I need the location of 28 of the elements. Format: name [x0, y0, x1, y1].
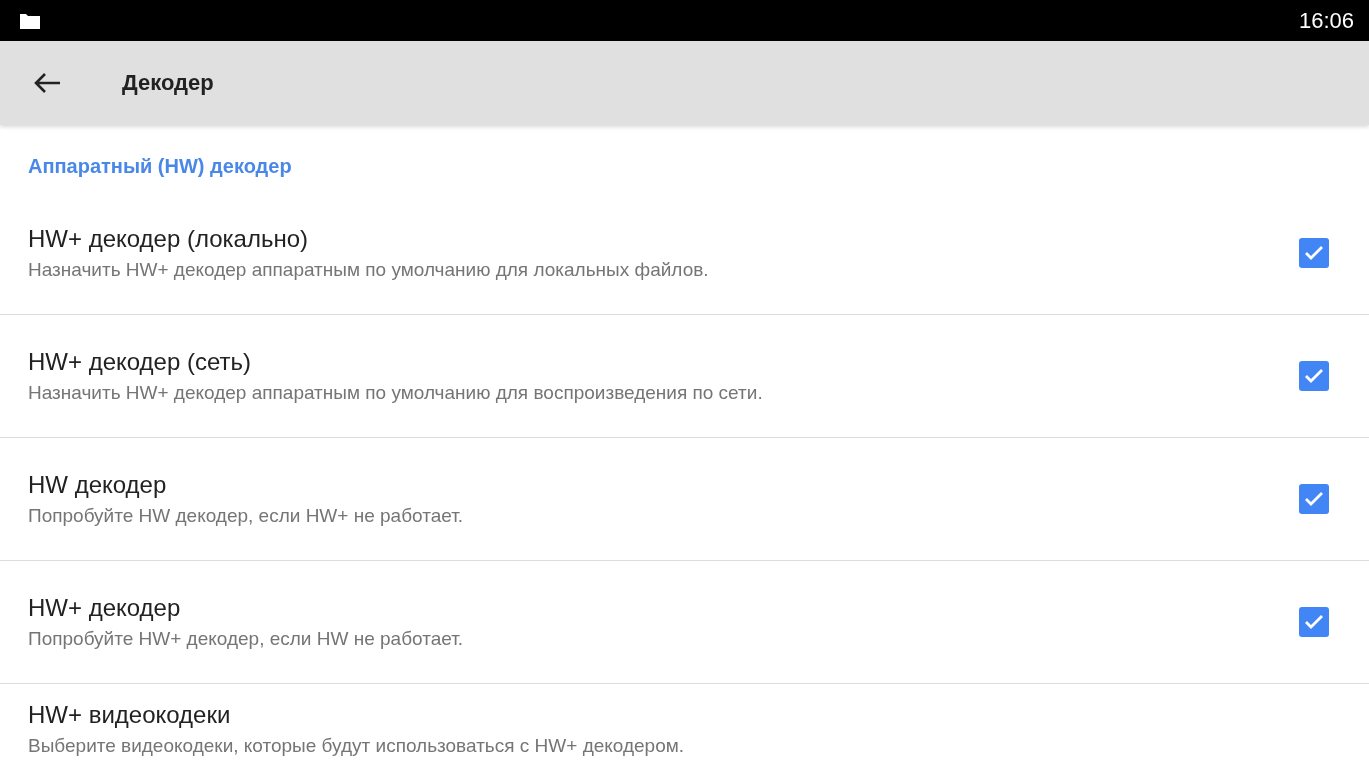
- setting-title: HW+ декодер (локально): [28, 225, 310, 253]
- setting-summary: Попробуйте HW декодер, если HW+ не работает.: [28, 505, 464, 527]
- setting-summary: Выберите видеокодеки, которые будут использоваться с HW+ декодером.: [28, 735, 685, 757]
- clock-time: 16:06: [1298, 7, 1354, 34]
- setting-row[interactable]: HW декодер Попробуйте HW декодер, если HW+ не работает.: [0, 438, 1369, 561]
- setting-row[interactable]: HW+ декодер (локально) Назначить HW+ декодер аппаратным по умолчанию для локальных файлов.: [0, 192, 1369, 315]
- setting-summary: Назначить HW+ декодер аппаратным по умолчанию для локальных файлов.: [28, 259, 709, 281]
- setting-summary: Попробуйте HW+ декодер, если HW не работает.: [28, 628, 464, 650]
- back-button[interactable]: [32, 71, 62, 95]
- setting-summary: Назначить HW+ декодер аппаратным по умолчанию для воспроизведения по сети.: [28, 382, 763, 404]
- checkmark-icon: [1304, 245, 1324, 261]
- checkmark-icon: [1304, 491, 1324, 507]
- setting-title: HW+ видеокодеки: [28, 701, 232, 729]
- checkbox[interactable]: [1299, 238, 1329, 268]
- checkmark-icon: [1304, 368, 1324, 384]
- checkbox[interactable]: [1299, 607, 1329, 637]
- setting-title: HW декодер: [28, 471, 168, 499]
- setting-title: HW+ декодер (сеть): [28, 348, 252, 376]
- setting-title: HW+ декодер: [28, 594, 182, 622]
- section-header: Аппаратный (HW) декодер: [27, 154, 293, 179]
- checkmark-icon: [1304, 614, 1324, 630]
- setting-row[interactable]: HW+ видеокодеки Выберите видеокодеки, которые будут использоваться с HW+ декодером.: [0, 684, 1369, 770]
- back-arrow-icon: [32, 71, 62, 95]
- setting-row[interactable]: HW+ декодер (сеть) Назначить HW+ декодер аппаратным по умолчанию для воспроизведения по сети.: [0, 315, 1369, 438]
- checkbox[interactable]: [1299, 484, 1329, 514]
- screen-title: Декодер: [122, 70, 214, 96]
- setting-row[interactable]: HW+ декодер Попробуйте HW+ декодер, если HW не работает.: [0, 561, 1369, 684]
- checkbox[interactable]: [1299, 361, 1329, 391]
